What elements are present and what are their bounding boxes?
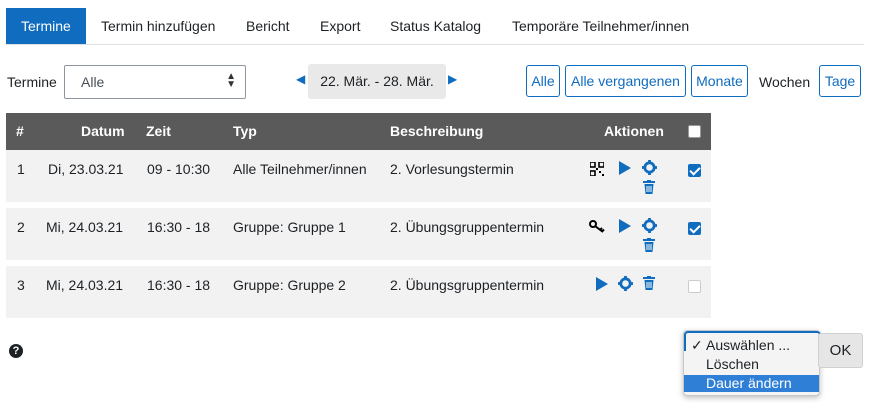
tab-bar: Termine Termin hinzufügen Bericht Export… — [6, 8, 864, 45]
row-desc: 2. Übungsgruppentermin — [390, 219, 545, 235]
row-type: Alle Teilnehmer/innen — [233, 161, 367, 177]
filter-select-value: Alle — [81, 74, 105, 90]
col-datum: Datum — [81, 123, 125, 139]
ok-button[interactable]: OK — [818, 333, 863, 368]
col-beschreibung: Beschreibung — [390, 123, 484, 139]
row-desc: 2. Übungsgruppentermin — [390, 277, 545, 293]
row-num: 1 — [17, 161, 25, 177]
filter-label: Termine — [7, 74, 57, 90]
row-checkbox[interactable] — [688, 280, 701, 293]
row-time: 16:30 - 18 — [147, 219, 211, 235]
row-date: Di, 23.03.21 — [48, 161, 124, 177]
row-time: 16:30 - 18 — [147, 277, 211, 293]
trash-icon[interactable] — [643, 238, 655, 255]
col-zeit: Zeit — [146, 123, 171, 139]
row-desc: 2. Vorlesungstermin — [390, 161, 514, 177]
option-loeschen[interactable]: Löschen — [684, 356, 819, 373]
row-checkbox[interactable] — [688, 164, 701, 177]
col-aktionen: Aktionen — [604, 123, 664, 139]
trash-icon[interactable] — [643, 276, 655, 293]
col-typ: Typ — [233, 123, 257, 139]
row-type: Gruppe: Gruppe 2 — [233, 277, 346, 293]
qr-code-icon[interactable] — [589, 161, 605, 179]
view-monate-button[interactable]: Monate — [691, 65, 748, 97]
tab-bericht[interactable]: Bericht — [231, 8, 305, 44]
option-dauer-aendern[interactable]: Dauer ändern — [684, 375, 819, 392]
row-time: 09 - 10:30 — [147, 161, 211, 177]
select-all-checkbox[interactable] — [688, 125, 701, 138]
row-date: Mi, 24.03.21 — [46, 277, 124, 293]
tab-temporaere-teilnehmer[interactable]: Temporäre Teilnehmer/innen — [497, 8, 704, 44]
tab-status-katalog[interactable]: Status Katalog — [375, 8, 496, 44]
view-alle-button[interactable]: Alle — [526, 65, 560, 97]
play-icon[interactable] — [618, 160, 632, 179]
view-alle-vergangenen-button[interactable]: Alle vergangenen — [565, 65, 686, 97]
view-wochen-label: Wochen — [759, 74, 811, 90]
option-auswaehlen[interactable]: Auswählen ... — [684, 337, 819, 354]
view-tage-button[interactable]: Tage — [819, 65, 861, 97]
gear-icon[interactable] — [642, 218, 657, 236]
play-icon[interactable] — [618, 218, 632, 237]
tab-termin-hinzufuegen[interactable]: Termin hinzufügen — [86, 8, 230, 44]
row-checkbox[interactable] — [688, 222, 701, 235]
key-icon[interactable] — [589, 220, 605, 237]
table-row: 3 Mi, 24.03.21 16:30 - 18 Gruppe: Gruppe… — [6, 266, 711, 318]
gear-icon[interactable] — [642, 160, 657, 178]
date-range: 22. Mär. - 28. Mär. — [308, 64, 446, 99]
table-row: 2 Mi, 24.03.21 16:30 - 18 Gruppe: Gruppe… — [6, 208, 711, 260]
filter-select[interactable]: Alle ▲ ▼ — [64, 65, 246, 99]
play-icon[interactable] — [595, 276, 609, 295]
table-header: # Datum Zeit Typ Beschreibung Aktionen — [6, 113, 711, 150]
question-circle-icon[interactable]: ? — [9, 344, 23, 358]
bulk-action-dropdown[interactable]: Auswählen ... Löschen Dauer ändern — [683, 330, 821, 396]
col-num: # — [16, 123, 24, 139]
gear-icon[interactable] — [618, 276, 633, 294]
tab-termine[interactable]: Termine — [6, 8, 86, 44]
table-row: 1 Di, 23.03.21 09 - 10:30 Alle Teilnehme… — [6, 150, 711, 202]
row-type: Gruppe: Gruppe 1 — [233, 219, 346, 235]
next-week-icon[interactable]: ▶ — [448, 72, 457, 86]
trash-icon[interactable] — [643, 180, 655, 197]
row-num: 3 — [17, 277, 25, 293]
row-num: 2 — [17, 219, 25, 235]
select-arrows-icon: ▲ ▼ — [226, 71, 236, 91]
tab-export[interactable]: Export — [305, 8, 375, 44]
prev-week-icon[interactable]: ◀ — [296, 72, 305, 86]
row-date: Mi, 24.03.21 — [46, 219, 124, 235]
